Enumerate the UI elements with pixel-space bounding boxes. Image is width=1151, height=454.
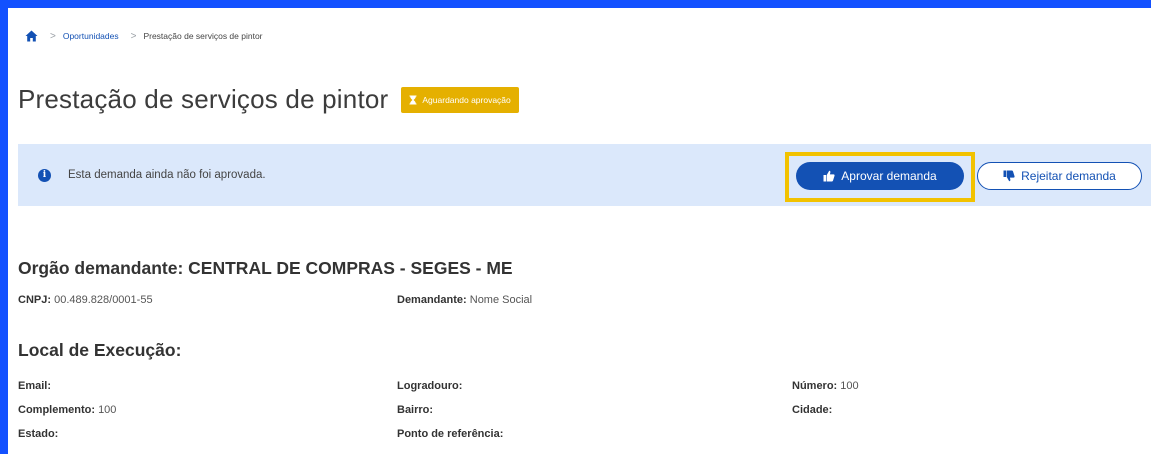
breadcrumb-link-oportunidades[interactable]: Oportunidades (63, 31, 119, 41)
complemento-field: Complemento: 100 (18, 404, 116, 416)
bairro-field: Bairro: (397, 404, 433, 416)
cidade-field: Cidade: (792, 404, 832, 416)
numero-label: Número: (792, 380, 838, 392)
reject-demand-label: Rejeitar demanda (1021, 169, 1116, 183)
breadcrumb: > Oportunidades > Prestação de serviços … (24, 28, 263, 44)
page-title: Prestação de serviços de pintor (18, 84, 389, 114)
email-label: Email: (18, 380, 52, 392)
thumbs-up-icon (823, 170, 835, 182)
approve-demand-button[interactable]: Aprovar demanda (796, 162, 964, 190)
logradouro-label: Logradouro: (397, 380, 463, 392)
frame-top-border (0, 0, 1151, 8)
demandante-label: Demandante: (397, 294, 467, 306)
frame-left-border (0, 0, 8, 454)
complemento-label: Complemento: (18, 404, 95, 416)
approve-demand-label: Aprovar demanda (841, 169, 937, 183)
email-field: Email: (18, 380, 51, 392)
info-icon: i (38, 168, 51, 182)
demandante-field: Demandante: Nome Social (397, 294, 532, 306)
cnpj-field: CNPJ: 00.489.828/0001-55 (18, 294, 153, 306)
cnpj-label: CNPJ: (18, 294, 52, 306)
bairro-label: Bairro: (397, 404, 434, 416)
local-execucao-heading: Local de Execução: (18, 340, 182, 360)
status-badge: Aguardando aprovação (401, 86, 519, 113)
estado-label: Estado: (18, 428, 59, 440)
home-icon[interactable] (24, 29, 38, 43)
estado-field: Estado: (18, 428, 58, 440)
demandante-value: Nome Social (469, 294, 533, 306)
cnpj-value: 00.489.828/0001-55 (54, 294, 153, 306)
chevron-right-icon: > (130, 30, 137, 42)
title-row: Prestação de serviços de pintor Aguardan… (18, 84, 519, 115)
ponto-referencia-field: Ponto de referência: (397, 428, 503, 440)
alert-message: Esta demanda ainda não foi aprovada. (68, 169, 266, 181)
chevron-right-icon: > (50, 30, 56, 42)
logradouro-field: Logradouro: (397, 380, 462, 392)
orgao-demandante-heading: Orgão demandante: CENTRAL DE COMPRAS - S… (18, 258, 513, 278)
reject-demand-button[interactable]: Rejeitar demanda (977, 162, 1142, 190)
ponto-referencia-label: Ponto de referência: (397, 428, 504, 440)
numero-field: Número: 100 (792, 380, 859, 392)
numero-value: 100 (840, 380, 859, 392)
cidade-label: Cidade: (792, 404, 833, 416)
breadcrumb-current: Prestação de serviços de pintor (143, 31, 263, 41)
complemento-value: 100 (98, 404, 117, 416)
thumbs-down-icon (1003, 170, 1015, 182)
hourglass-icon (409, 95, 417, 105)
status-badge-label: Aguardando aprovação (422, 94, 511, 105)
